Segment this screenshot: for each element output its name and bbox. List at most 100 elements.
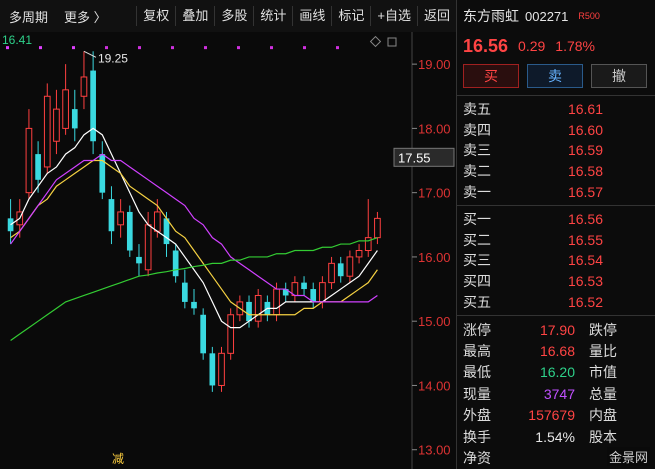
stat-label: 最低 — [463, 364, 491, 381]
ask-price: 16.57 — [567, 183, 603, 200]
candle-body — [301, 282, 307, 290]
more-menu-button[interactable]: 更多 〉 — [61, 7, 110, 26]
ask-row: 卖二 16.58 — [463, 161, 650, 182]
marker-dot — [336, 46, 339, 50]
add-watchlist-button[interactable]: +自选 — [370, 6, 417, 26]
candle-body — [144, 224, 152, 271]
draw-line-button[interactable]: 画线 — [292, 6, 331, 26]
stat-value: 17.90 — [539, 321, 575, 338]
stat-label: 外盘 — [463, 407, 491, 424]
ask-price: 16.60 — [567, 121, 603, 138]
stat-value: 3747 — [543, 385, 575, 402]
candle-body — [117, 211, 124, 226]
ask-label: 卖二 — [463, 163, 491, 180]
high-annotation-label: 19.25 — [98, 51, 128, 65]
multi-stock-button[interactable]: 多股 — [214, 6, 253, 26]
stat-label: 内盘 — [589, 407, 617, 424]
marker-dot — [303, 46, 306, 50]
stock-name: 东方雨虹 — [463, 8, 519, 24]
marker-dot — [237, 46, 240, 50]
divider — [457, 314, 655, 316]
candle-body — [246, 301, 252, 322]
marker-dot — [39, 46, 42, 50]
bid-book: 买一 16.56 买二 16.55 买三 16.54 买四 16.53 买五 16.52 — [457, 209, 655, 312]
bottom-marker: 减 — [112, 452, 124, 466]
stat-label: 量比 — [589, 343, 617, 360]
stat-label: 涨停 — [463, 321, 491, 338]
candle-body — [172, 250, 179, 277]
candlestick-chart[interactable]: 19.00 18.00 17.00 16.00 15.00 14.00 13.00 16.41… — [0, 32, 456, 469]
ask-row: 卖三 16.59 — [463, 140, 650, 161]
candle-body — [7, 218, 14, 232]
bid-label: 买一 — [463, 211, 491, 228]
multi-period-button[interactable]: 多周期 — [6, 7, 51, 26]
candle-body — [209, 353, 216, 386]
stat-value: 16.68 — [539, 343, 575, 360]
bid-label: 买四 — [463, 273, 491, 290]
y-tick-label: 15.00 — [418, 314, 451, 329]
bid-price: 16.56 — [567, 211, 603, 228]
buy-button[interactable]: 买 — [463, 64, 519, 88]
stats-row: 最低 16.20 市值 — [463, 362, 650, 383]
statistics-button[interactable]: 统计 — [253, 6, 292, 26]
candle-body — [35, 154, 41, 180]
bid-label: 买五 — [463, 293, 491, 310]
candle-body — [273, 288, 280, 316]
y-tick-label: 16.00 — [418, 250, 451, 265]
marker-dot — [204, 46, 207, 50]
stat-value: 157679 — [528, 407, 575, 424]
candle-body — [71, 109, 78, 129]
stats-row: 外盘 157679 内盘 — [463, 405, 650, 426]
cancel-order-button[interactable]: 撤 — [591, 64, 647, 88]
price-line: 16.56 0.29 1.78% — [457, 32, 655, 60]
candle-body — [163, 218, 170, 245]
adjust-button[interactable]: 复权 — [136, 6, 175, 26]
candle-body — [337, 263, 344, 277]
stock-code: 002271 — [525, 8, 569, 24]
ask-price: 16.59 — [567, 142, 603, 159]
candle-body — [374, 217, 381, 239]
mark-button[interactable]: 标记 — [331, 6, 370, 26]
marker-dot — [270, 46, 273, 50]
ask-label: 卖四 — [463, 121, 491, 138]
stat-label: 净资 — [463, 449, 491, 466]
sell-button[interactable]: 卖 — [527, 64, 583, 88]
marker-dot — [105, 46, 108, 50]
stat-label: 换手 — [463, 428, 491, 445]
candle-body — [136, 256, 142, 264]
bid-row: 买一 16.56 — [463, 209, 650, 230]
last-price: 16.56 — [463, 35, 509, 56]
stats-row: 换手 1.54% 股本 — [463, 426, 650, 447]
cursor-price-label: 17.55 — [398, 150, 431, 165]
ask-label: 卖三 — [463, 142, 491, 159]
ask-price: 16.58 — [567, 163, 603, 180]
stats-row: 涨停 17.90 跌停 — [463, 319, 650, 340]
candle-body — [43, 95, 51, 168]
bid-row: 买四 16.53 — [463, 271, 650, 292]
y-tick-label: 13.00 — [418, 443, 451, 458]
stat-label: 现量 — [463, 385, 491, 402]
candle-body — [25, 127, 33, 194]
bid-price: 16.52 — [567, 293, 603, 310]
candle-body — [126, 211, 133, 251]
y-tick-label: 18.00 — [418, 121, 451, 136]
stats-row: 现量 3747 总量 — [463, 383, 650, 404]
quote-panel: 东方雨虹 002271 R500 16.56 0.29 1.78% 买 卖 撤 … — [456, 0, 655, 469]
chart-toolbar: 多周期 更多 〉 复权 叠加 多股 统计 画线 标记 +自选 返回 — [0, 0, 456, 33]
stat-label: 最高 — [463, 343, 491, 360]
candle-body — [227, 314, 235, 354]
back-button[interactable]: 返回 — [416, 6, 456, 26]
y-tick-label: 19.00 — [418, 57, 451, 72]
stat-label: 跌停 — [589, 321, 617, 338]
candle-body — [153, 211, 161, 232]
overlay-button[interactable]: 叠加 — [175, 6, 214, 26]
ask-label: 卖五 — [463, 101, 491, 118]
candle-body — [99, 154, 106, 193]
bid-price: 16.53 — [567, 273, 603, 290]
marker-dot — [138, 46, 141, 50]
candle-body — [62, 89, 69, 129]
marker-dot — [72, 46, 75, 50]
stat-label: 股本 — [589, 428, 617, 445]
index-badge: R500 — [578, 11, 600, 21]
ask-row: 卖一 16.57 — [463, 181, 650, 202]
